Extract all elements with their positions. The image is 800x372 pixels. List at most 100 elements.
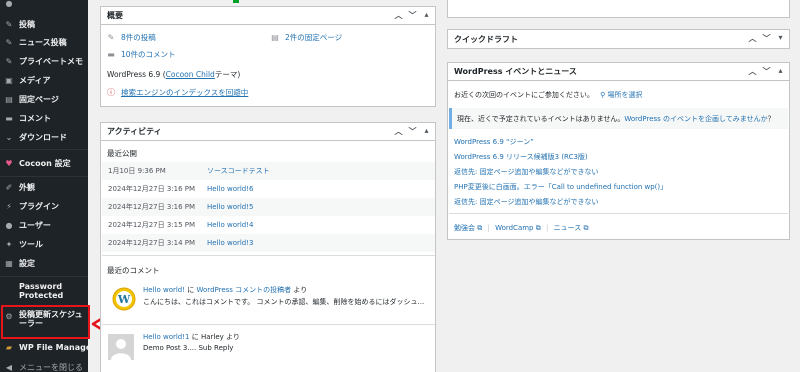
posts-count-link[interactable]: 8件の投稿 <box>121 32 156 43</box>
pages-count[interactable]: ▤ 2件の固定ページ <box>271 32 342 43</box>
sidebar-item-settings[interactable]: ▦ 設定 <box>0 254 88 272</box>
comment-meta-text: より <box>223 333 240 341</box>
comment-author-link[interactable]: WordPress コメントの投稿者 <box>197 286 292 294</box>
separator-pipe: | <box>487 224 490 232</box>
comment-post-link[interactable]: Hello world! <box>143 286 185 294</box>
location-pin-icon: ⚲ <box>600 91 606 99</box>
sidebar-separator <box>0 176 88 177</box>
warning-icon: ⓘ <box>107 88 115 97</box>
sidebar-item-label: Cocoon 設定 <box>19 158 71 168</box>
news-link[interactable]: 返信先: 固定ページ追加や編集などができない <box>454 167 598 177</box>
select-location-link[interactable]: 場所を選択 <box>607 91 642 99</box>
activity-row: 2024年12月27日 3:16 PM Hello world!6 <box>102 180 435 198</box>
sidebar-item-media[interactable]: ▣ メディア <box>0 71 88 89</box>
sidebar-item-plugins[interactable]: ⚡ プラグイン <box>0 197 88 215</box>
activity-date: 2024年12月27日 3:16 PM <box>108 185 196 193</box>
news-link[interactable]: PHP変更後に白画面。エラー「Call to undefined functio… <box>454 182 667 192</box>
sidebar-item-cocoon-settings[interactable]: ♥ Cocoon 設定 <box>0 154 88 172</box>
sidebar-separator <box>0 149 88 150</box>
activity-post-link[interactable]: Hello world!4 <box>207 221 254 229</box>
search-engine-warning[interactable]: ⓘ 検索エンジンのインデックスを回避中 <box>107 87 248 98</box>
move-down-icon[interactable]: ﹀ <box>762 33 771 44</box>
comment-icon: ▬ <box>5 113 13 123</box>
comment-meta-text: に <box>189 333 201 341</box>
sidebar-item-appearance[interactable]: ✐ 外観 <box>0 178 88 196</box>
sidebar-item-download[interactable]: ⌄ ダウンロード <box>0 128 88 146</box>
activity-row: 2024年12月27日 3:14 PM Hello world!3 <box>102 234 435 252</box>
events-notice: 現在、近くで予定されているイベントはありません。WordPress のイベントを… <box>449 108 788 129</box>
activity-row: 2024年12月27日 3:15 PM Hello world!4 <box>102 216 435 234</box>
sidebar-item-private-memo[interactable]: ✎ プライベートメモ <box>0 52 88 70</box>
top-indicator <box>233 0 239 3</box>
collapse-toggle-icon[interactable]: ▾ <box>776 33 785 44</box>
move-down-icon[interactable]: ﹀ <box>408 10 417 21</box>
external-link-icon: ⧉ <box>477 224 483 232</box>
events-footer: 勉強会 ⧉ | WordCamp ⧉ | ニュース ⧉ <box>454 223 588 233</box>
sidebar-item-users[interactable]: ● ユーザー <box>0 216 88 234</box>
activity-title: アクティビティ <box>107 127 162 136</box>
sidebar-item-password-protected[interactable]: Password Protected <box>0 282 88 304</box>
sidebar-item-label: メディア <box>19 75 51 85</box>
sidebar-item-label: ニュース投稿 <box>19 37 67 47</box>
activity-post-link[interactable]: Hello world!5 <box>207 203 254 211</box>
folder-icon: ▰ <box>5 342 13 352</box>
activity-date: 2024年12月27日 3:16 PM <box>108 203 196 211</box>
collapse-toggle-icon[interactable]: ▴ <box>776 66 785 77</box>
move-down-icon[interactable]: ﹀ <box>762 66 771 77</box>
sidebar-item-comments[interactable]: ▬ コメント <box>0 109 88 127</box>
pages-count-link[interactable]: 2件の固定ページ <box>285 32 342 43</box>
posts-count[interactable]: ✎ 8件の投稿 <box>107 32 156 43</box>
comment-icon: ▬ <box>107 50 115 59</box>
overview-panel: 概要 ︿ ﹀ ▴ ✎ 8件の投稿 ▤ 2件の固定ページ ▬ 10件のコメント W… <box>100 6 436 107</box>
overview-panel-header: 概要 ︿ ﹀ ▴ <box>101 7 435 25</box>
quick-draft-panel: クイックドラフト ︿ ﹀ ▾ <box>447 29 790 49</box>
sidebar-item-news-posts[interactable]: ✎ ニュース投稿 <box>0 33 88 51</box>
section-divider <box>102 255 435 256</box>
pin-icon: ✎ <box>107 33 115 42</box>
sidebar-item-label: プラグイン <box>19 201 59 211</box>
news-link[interactable]: WordPress 6.9 リリース候補版3 (RC3版) <box>454 152 588 162</box>
sidebar-item-posts[interactable]: ✎ 投稿 <box>0 15 88 33</box>
default-avatar-icon <box>108 334 134 360</box>
move-up-icon[interactable]: ︿ <box>748 33 757 44</box>
wp-version: WordPress 6.9 (Cocoon Child テーマ) <box>107 69 240 80</box>
news-footer-link[interactable]: ニュース <box>554 224 582 232</box>
page-icon: ▤ <box>5 94 13 104</box>
activity-post-link[interactable]: Hello world!3 <box>207 239 254 247</box>
collapse-toggle-icon[interactable]: ▴ <box>422 126 431 137</box>
comments-count[interactable]: ▬ 10件のコメント <box>107 49 176 60</box>
sidebar-item-tools[interactable]: ✦ ツール <box>0 235 88 253</box>
activity-date: 1月10日 9:36 PM <box>108 167 166 175</box>
activity-post-link[interactable]: ソースコードテスト <box>207 166 270 176</box>
move-down-icon[interactable]: ﹀ <box>408 126 417 137</box>
move-up-icon[interactable]: ︿ <box>394 10 403 21</box>
plugin-icon: ⚡ <box>6 201 12 211</box>
section-divider <box>102 324 435 325</box>
sidebar-item-label: 設定 <box>19 258 35 268</box>
theme-link[interactable]: Cocoon Child <box>166 70 215 79</box>
sidebar-item-label: ユーザー <box>19 220 51 230</box>
move-up-icon[interactable]: ︿ <box>394 126 403 137</box>
move-up-icon[interactable]: ︿ <box>748 66 757 77</box>
heart-icon: ♥ <box>5 158 13 168</box>
news-link[interactable]: 返信先: 固定ページ追加や編集などができない <box>454 197 598 207</box>
comments-count-link[interactable]: 10件のコメント <box>121 49 176 60</box>
activity-post-link[interactable]: Hello world!6 <box>207 185 254 193</box>
collapse-toggle-icon[interactable]: ▴ <box>422 10 431 21</box>
sidebar-item-label: 投稿 <box>19 19 35 29</box>
sidebar-item-label: メニューを閉じる <box>19 362 83 372</box>
sidebar-item-pages[interactable]: ▤ 固定ページ <box>0 90 88 108</box>
quick-draft-title: クイックドラフト <box>454 34 518 44</box>
sidebar-collapse-menu[interactable]: ◀ メニューを閉じる <box>0 358 88 372</box>
news-link[interactable]: WordPress 6.9 “ジーン” <box>454 137 534 147</box>
pin-icon: ✎ <box>5 19 13 29</box>
sidebar-item-top[interactable]: ● <box>0 0 88 12</box>
separator-pipe: | <box>545 224 549 232</box>
sidebar-item-wp-file-manager[interactable]: ▰ WP File Manager <box>0 338 95 356</box>
search-engine-warning-link[interactable]: 検索エンジンのインデックスを回避中 <box>121 87 248 98</box>
organize-event-link[interactable]: WordPress のイベントを企画してみませんか <box>624 115 767 123</box>
wordcamp-link[interactable]: WordCamp <box>495 224 533 232</box>
quick-draft-header: クイックドラフト ︿ ﹀ ▾ <box>448 30 789 48</box>
comment-post-link[interactable]: Hello world!1 <box>143 333 190 341</box>
meetups-link[interactable]: 勉強会 <box>454 224 475 232</box>
